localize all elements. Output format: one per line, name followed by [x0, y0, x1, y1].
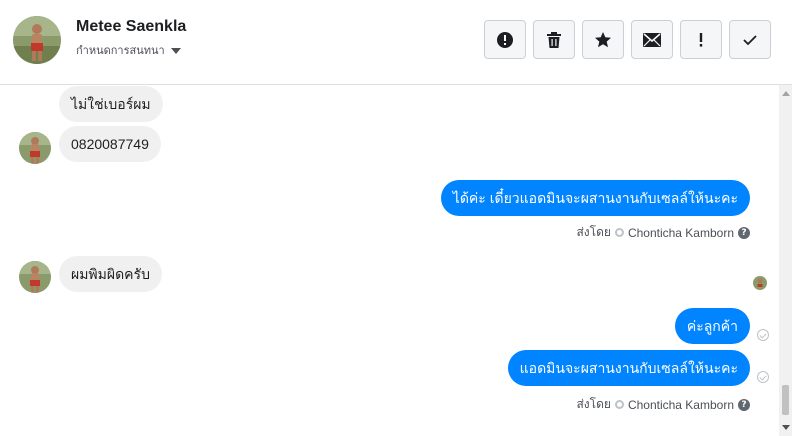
star-button[interactable]	[582, 20, 624, 59]
help-icon[interactable]: ?	[738, 226, 750, 239]
sent-by-prefix: ส่งโดย	[576, 397, 611, 411]
message-bubble-incoming[interactable]: ไม่ใช่เบอร์ผม	[59, 86, 163, 122]
caret-down-icon	[170, 47, 181, 54]
seen-avatar	[753, 276, 767, 290]
sent-by-row: ส่งโดย Chonticha Kamborn ?	[576, 395, 750, 414]
mark-done-button[interactable]	[729, 20, 771, 59]
sent-by-agent[interactable]: Chonticha Kamborn	[628, 226, 734, 240]
sent-by-agent[interactable]: Chonticha Kamborn	[628, 398, 734, 412]
message-thread: ไม่ใช่เบอร์ผม 0820087749 ได้ค่ะ เดี๋ยวแอ…	[0, 85, 779, 436]
scrollbar-thumb[interactable]	[782, 385, 789, 415]
agent-dot-icon	[614, 228, 624, 237]
delivered-icon	[757, 329, 769, 341]
delete-button[interactable]	[533, 20, 575, 59]
star-icon	[595, 31, 611, 47]
message-bubble-incoming[interactable]: ผมพิมผิดครับ	[59, 256, 162, 292]
agent-dot-icon	[614, 400, 624, 409]
alert-circle-icon	[497, 31, 513, 48]
message-bubble-outgoing[interactable]: ได้ค่ะ เดี๋ยวแอดมินจะผสานงานกับเซลล์ให้น…	[440, 180, 750, 216]
checkmark-icon	[743, 34, 757, 45]
label-dropdown-text: กำหนดการสนทนา	[76, 45, 165, 57]
sent-by-row: ส่งโดย Chonticha Kamborn ?	[576, 223, 750, 242]
trash-icon	[547, 31, 561, 48]
contact-name[interactable]: Metee Saenkla	[76, 18, 186, 36]
sent-by-prefix: ส่งโดย	[576, 225, 611, 239]
follow-up-button[interactable]	[680, 20, 722, 59]
customer-avatar	[19, 132, 51, 164]
mark-unread-button[interactable]	[631, 20, 673, 59]
delivered-icon	[757, 371, 769, 383]
exclamation-icon	[699, 32, 703, 47]
message-bubble-outgoing[interactable]: ค่ะลูกค้า	[674, 308, 750, 344]
conversation-header: Metee Saenkla กำหนดการสนทนา	[0, 0, 792, 85]
scroll-up-arrow-icon[interactable]	[782, 91, 790, 96]
label-dropdown[interactable]: กำหนดการสนทนา	[76, 41, 181, 59]
message-bubble-outgoing[interactable]: แอดมินจะผสานงานกับเซลล์ให้นะคะ	[507, 350, 750, 386]
mark-spam-button[interactable]	[484, 20, 526, 59]
envelope-icon	[643, 32, 661, 47]
help-icon[interactable]: ?	[738, 398, 750, 411]
message-bubble-incoming[interactable]: 0820087749	[59, 126, 161, 162]
contact-avatar[interactable]	[13, 16, 61, 64]
scroll-down-arrow-icon[interactable]	[782, 425, 790, 430]
thread-scrollbar[interactable]	[779, 85, 792, 436]
customer-avatar	[19, 261, 51, 293]
action-toolbar	[484, 20, 771, 59]
